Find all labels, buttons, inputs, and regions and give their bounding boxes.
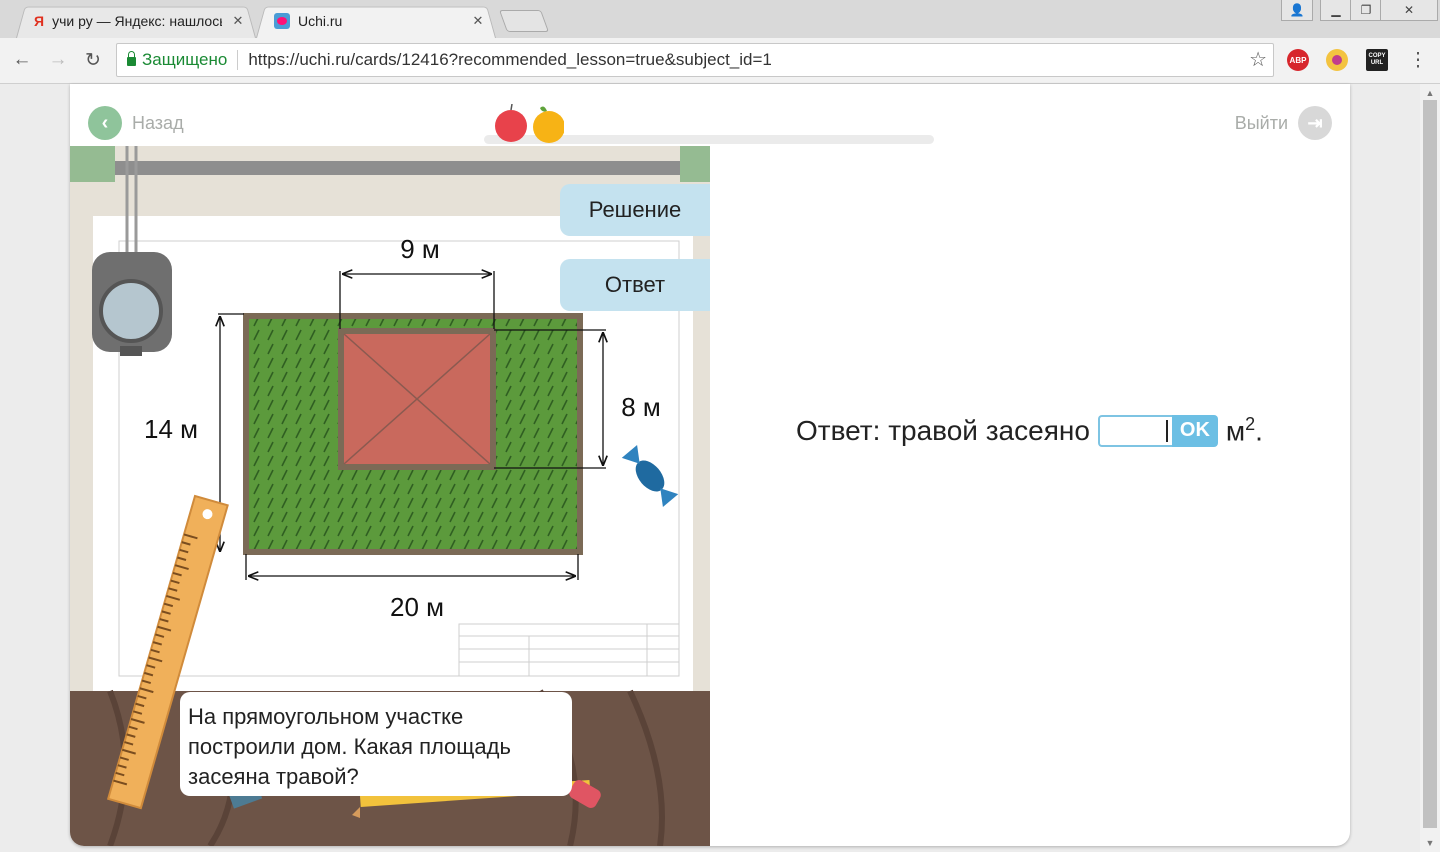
close-icon[interactable]: ✕ [230,13,246,29]
exit-icon: ⇥ [1298,106,1332,140]
chevron-left-icon: ‹ [88,106,122,140]
minimize-icon[interactable]: ▁ [1320,0,1352,21]
tab-yandex[interactable]: Я учи ру — Яндекс: нашлось ✕ [16,4,256,38]
address-bar[interactable]: Защищено https://uchi.ru/cards/12416?rec… [116,43,1274,77]
answer-prefix: Ответ: травой засеяно [796,414,1090,446]
copy-url-extension-icon[interactable]: COPY URL [1366,49,1388,71]
camera-extension-icon[interactable] [1326,49,1348,71]
back-button[interactable]: ‹ Назад [88,106,184,140]
adblock-extension-icon[interactable]: ABP [1287,49,1309,71]
new-tab-button[interactable] [498,10,550,32]
ok-button[interactable]: OK [1171,414,1218,447]
forward-arrow-icon[interactable]: → [46,48,70,72]
plot-height-label: 14 м [144,414,198,444]
exit-label: Выйти [1234,112,1288,133]
browser-toolbar: ← → ↻ Защищено https://uchi.ru/cards/124… [0,38,1440,84]
wall-tile [70,146,115,182]
plot-width-label: 20 м [390,592,444,622]
back-arrow-icon[interactable]: ← [10,48,34,72]
answer-input[interactable] [1097,414,1172,447]
tab-title: Uchi.ru [298,13,343,29]
menu-icon[interactable]: ⋮ [1406,48,1430,72]
orange-icon [533,106,564,143]
profile-icon[interactable]: 👤 [1281,0,1313,21]
scroll-thumb[interactable] [1423,100,1437,828]
answer-row: Ответ: травой засеяно OK м2. [796,414,1263,447]
close-icon[interactable]: ✕ [470,13,486,29]
wall-tile [680,146,710,182]
scroll-up-icon[interactable]: ▲ [1420,86,1440,100]
lesson-card: ‹ Назад Выйти ⇥ 9 м 8 м 14 м 20 м Решени… [70,84,1350,846]
house-height-label: 8 м [621,392,661,422]
uchi-favicon-icon [274,13,290,29]
secure-indicator[interactable]: Защищено [117,50,227,70]
yandex-favicon-icon: Я [34,13,45,29]
url-text[interactable]: https://uchi.ru/cards/12416?recommended_… [248,50,772,70]
house-width-label: 9 м [400,234,440,264]
answer-button[interactable]: Ответ [560,259,710,311]
scroll-down-icon[interactable]: ▼ [1420,836,1440,850]
divider [237,50,239,70]
tab-strip: Я учи ру — Яндекс: нашлось ✕ Uchi.ru ✕ 👤… [0,0,1440,38]
question-bubble: На прямоугольном участке построили дом. … [180,692,572,796]
tab-title: учи ру — Яндекс: нашлось [52,13,222,29]
task-illustration: 9 м 8 м 14 м 20 м Решение Ответ На прямо… [70,146,710,846]
reload-icon[interactable]: ↻ [81,48,105,72]
solution-button[interactable]: Решение [560,184,710,236]
lock-icon [127,51,136,66]
question-line: На прямоугольном участке [188,704,464,729]
back-label: Назад [132,112,184,133]
bookmark-star-icon[interactable]: ☆ [1249,47,1267,72]
question-line: построили дом. Какая площадь [188,734,511,759]
unit-label: м2. [1225,414,1263,447]
unit-power: 2 [1245,414,1256,434]
window-close-icon[interactable]: ✕ [1380,0,1438,21]
question-line: засеяна травой? [188,764,359,789]
apple-icon [495,104,527,142]
exit-button[interactable]: Выйти ⇥ [1235,106,1332,140]
tab-uchi[interactable]: Uchi.ru ✕ [256,4,496,38]
restore-icon[interactable]: ❐ [1350,0,1382,21]
secure-label: Защищено [142,50,228,69]
scrollbar[interactable]: ▲ ▼ [1420,84,1440,852]
